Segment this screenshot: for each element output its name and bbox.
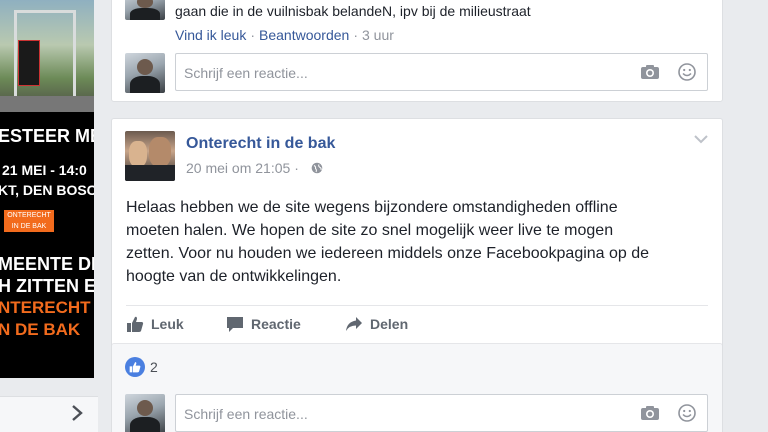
like-label: Leuk	[151, 316, 184, 332]
post-body-line: hoogte van de ontwikkelingen.	[126, 268, 342, 285]
share-label: Delen	[370, 316, 409, 332]
separator-dot: ·	[294, 160, 299, 176]
ad-text-line: N DE BAK	[0, 320, 81, 339]
shelter-poster	[18, 40, 40, 86]
smile-icon[interactable]	[678, 63, 696, 81]
current-user-avatar[interactable]	[125, 53, 165, 93]
chevron-down-icon[interactable]	[694, 131, 708, 149]
page-avatar[interactable]	[125, 131, 175, 181]
like-count[interactable]: 2	[150, 359, 158, 375]
comment-timestamp[interactable]: 3 uur	[362, 27, 394, 43]
smile-icon[interactable]	[678, 404, 696, 422]
avatar-head	[137, 0, 153, 8]
current-user-avatar[interactable]	[125, 394, 165, 432]
ad-text-line: ESTEER ME	[0, 126, 94, 146]
avatar-body	[129, 417, 161, 432]
ad-text-line: KT, DEN BOSCI	[0, 182, 94, 198]
ad-banner-slogan: MEENTE DE H ZITTEN ER NTERECHT N DE BAK	[0, 248, 94, 376]
ad-text-line: NTERECHT	[0, 298, 91, 317]
post-body-line: Helaas hebben we de site wegens bijzonde…	[126, 199, 618, 216]
camera-icon[interactable]	[640, 405, 660, 421]
comment-label: Reactie	[251, 316, 301, 332]
post-actions-divider	[126, 305, 708, 306]
post-time-text[interactable]: 20 mei om 21:05	[186, 160, 290, 176]
logo-line: IN DE BAK	[11, 223, 47, 230]
camera-icon[interactable]	[640, 64, 660, 80]
comment-reply-link[interactable]: Beantwoorden	[259, 27, 349, 43]
sidebar-ad[interactable]: ESTEER ME 21 MEI - 14:0 KT, DEN BOSCI ON…	[0, 0, 94, 378]
chevron-right-icon[interactable]	[70, 404, 84, 428]
ad-text-line: MEENTE DE	[0, 254, 94, 274]
post-body: Helaas hebben we de site wegens bijzonde…	[126, 196, 716, 288]
page-name-link[interactable]: Onterecht in de bak	[186, 135, 335, 153]
onterecht-logo: ONTERECHT IN DE BAK	[4, 210, 54, 232]
avatar-figure	[125, 165, 175, 181]
road-shape	[0, 96, 94, 112]
share-button[interactable]: Delen	[345, 313, 408, 335]
post-body-line: moeten halen. We hopen de site zo snel m…	[126, 222, 614, 239]
comment-button[interactable]: Reactie	[226, 313, 301, 335]
comment-input[interactable]	[184, 63, 624, 83]
comment-like-link[interactable]: Vind ik leuk	[175, 27, 246, 43]
avatar-body	[129, 76, 161, 93]
commenter-avatar[interactable]	[125, 0, 165, 20]
ad-photo-bus-shelter	[0, 0, 94, 112]
comment-input[interactable]	[184, 404, 624, 424]
thumbs-up-badge-icon	[125, 357, 145, 377]
globe-icon[interactable]	[311, 162, 323, 174]
ad-text-line: 21 MEI - 14:0	[2, 162, 87, 178]
comment-actions: Vind ik leuk · Beantwoorden · 3 uur	[175, 27, 394, 43]
thumbs-up-icon	[127, 316, 144, 332]
separator-dot: ·	[250, 27, 256, 43]
share-icon	[346, 317, 362, 331]
comment-text: gaan die in de vuilnisbak belandeN, ipv …	[175, 3, 531, 19]
post-comment-composer[interactable]	[175, 394, 708, 432]
like-button[interactable]: Leuk	[126, 313, 184, 335]
comment-icon	[227, 317, 243, 332]
ad-text-line: H ZITTEN ER	[0, 276, 94, 296]
post-body-line: zetten. Voor nu houden we iedereen midde…	[126, 245, 650, 262]
avatar-figure	[149, 137, 171, 167]
reactions-summary[interactable]: 2	[125, 357, 158, 377]
separator-dot: ·	[353, 27, 358, 43]
avatar-head	[137, 400, 153, 417]
post-timestamp[interactable]: 20 mei om 21:05 ·	[186, 160, 299, 176]
avatar-body	[129, 8, 161, 20]
logo-line: ONTERECHT	[7, 212, 51, 219]
avatar-head	[137, 59, 153, 76]
comment-composer[interactable]	[175, 53, 708, 91]
avatar-figure	[129, 141, 147, 167]
